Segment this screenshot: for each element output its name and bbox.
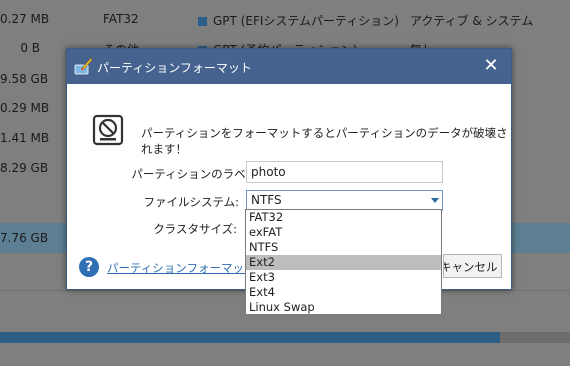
type-cell: GPT (EFIシステムパーティション)	[198, 12, 399, 29]
dialog-titlebar[interactable]: パーティションフォーマット ✕	[67, 49, 511, 84]
dropdown-option-ntfs[interactable]: NTFS	[246, 240, 441, 255]
file-system-value: NTFS	[251, 193, 282, 207]
close-button[interactable]: ✕	[481, 55, 501, 77]
dialog-title: パーティションフォーマット	[97, 61, 252, 75]
file-system-caption: ファイルシステム:	[143, 195, 239, 209]
partition-color-icon	[198, 17, 207, 26]
disk-warning-icon	[92, 114, 124, 146]
format-tool-icon	[74, 57, 93, 75]
size-cell: 8.29 GB	[0, 161, 49, 175]
size-cell: 1.41 MB	[0, 131, 50, 145]
size-cell: 9.58 GB	[0, 72, 49, 86]
tutorial-link[interactable]: パーティションフォーマットのチュートリアル	[107, 260, 245, 276]
chevron-down-icon[interactable]	[431, 198, 439, 203]
partition-label-input[interactable]: photo	[246, 161, 443, 183]
file-system-select[interactable]: NTFS	[246, 190, 443, 211]
size-cell: 0 B	[20, 41, 40, 55]
file-system-dropdown-list: FAT32 exFAT NTFS Ext2 Ext3 Ext4 Linux Sw…	[245, 209, 442, 315]
dropdown-option-exfat[interactable]: exFAT	[246, 225, 441, 240]
dropdown-option-ext2[interactable]: Ext2	[246, 255, 441, 270]
fs-cell: FAT32	[103, 12, 139, 26]
dropdown-option-ext4[interactable]: Ext4	[246, 285, 441, 300]
dropdown-option-linux-swap[interactable]: Linux Swap	[246, 300, 441, 315]
cluster-size-caption: クラスタサイズ:	[153, 222, 237, 236]
warning-message: パーティションをフォーマットするとパーティションのデータが破壊されます！	[141, 126, 508, 156]
disk-free-bar	[500, 332, 570, 343]
status-cell: アクティブ & システム	[410, 14, 534, 28]
table-row[interactable]: 0.27 MB FAT32 GPT (EFIシステムパーティション) アクティブ…	[0, 4, 570, 34]
dropdown-option-ext3[interactable]: Ext3	[246, 270, 441, 285]
size-cell: 7.76 GB	[0, 231, 49, 245]
disk-usage-bar	[0, 332, 500, 343]
size-cell: 0.27 MB	[0, 12, 50, 26]
cancel-button[interactable]: キャンセル	[443, 254, 502, 278]
dropdown-option-fat32[interactable]: FAT32	[246, 210, 441, 225]
size-cell: 0.29 MB	[0, 101, 50, 115]
partition-label-caption: パーティションのラベル:	[131, 167, 261, 181]
help-icon[interactable]: ?	[79, 257, 99, 277]
cancel-button-label: キャンセル	[443, 260, 498, 274]
